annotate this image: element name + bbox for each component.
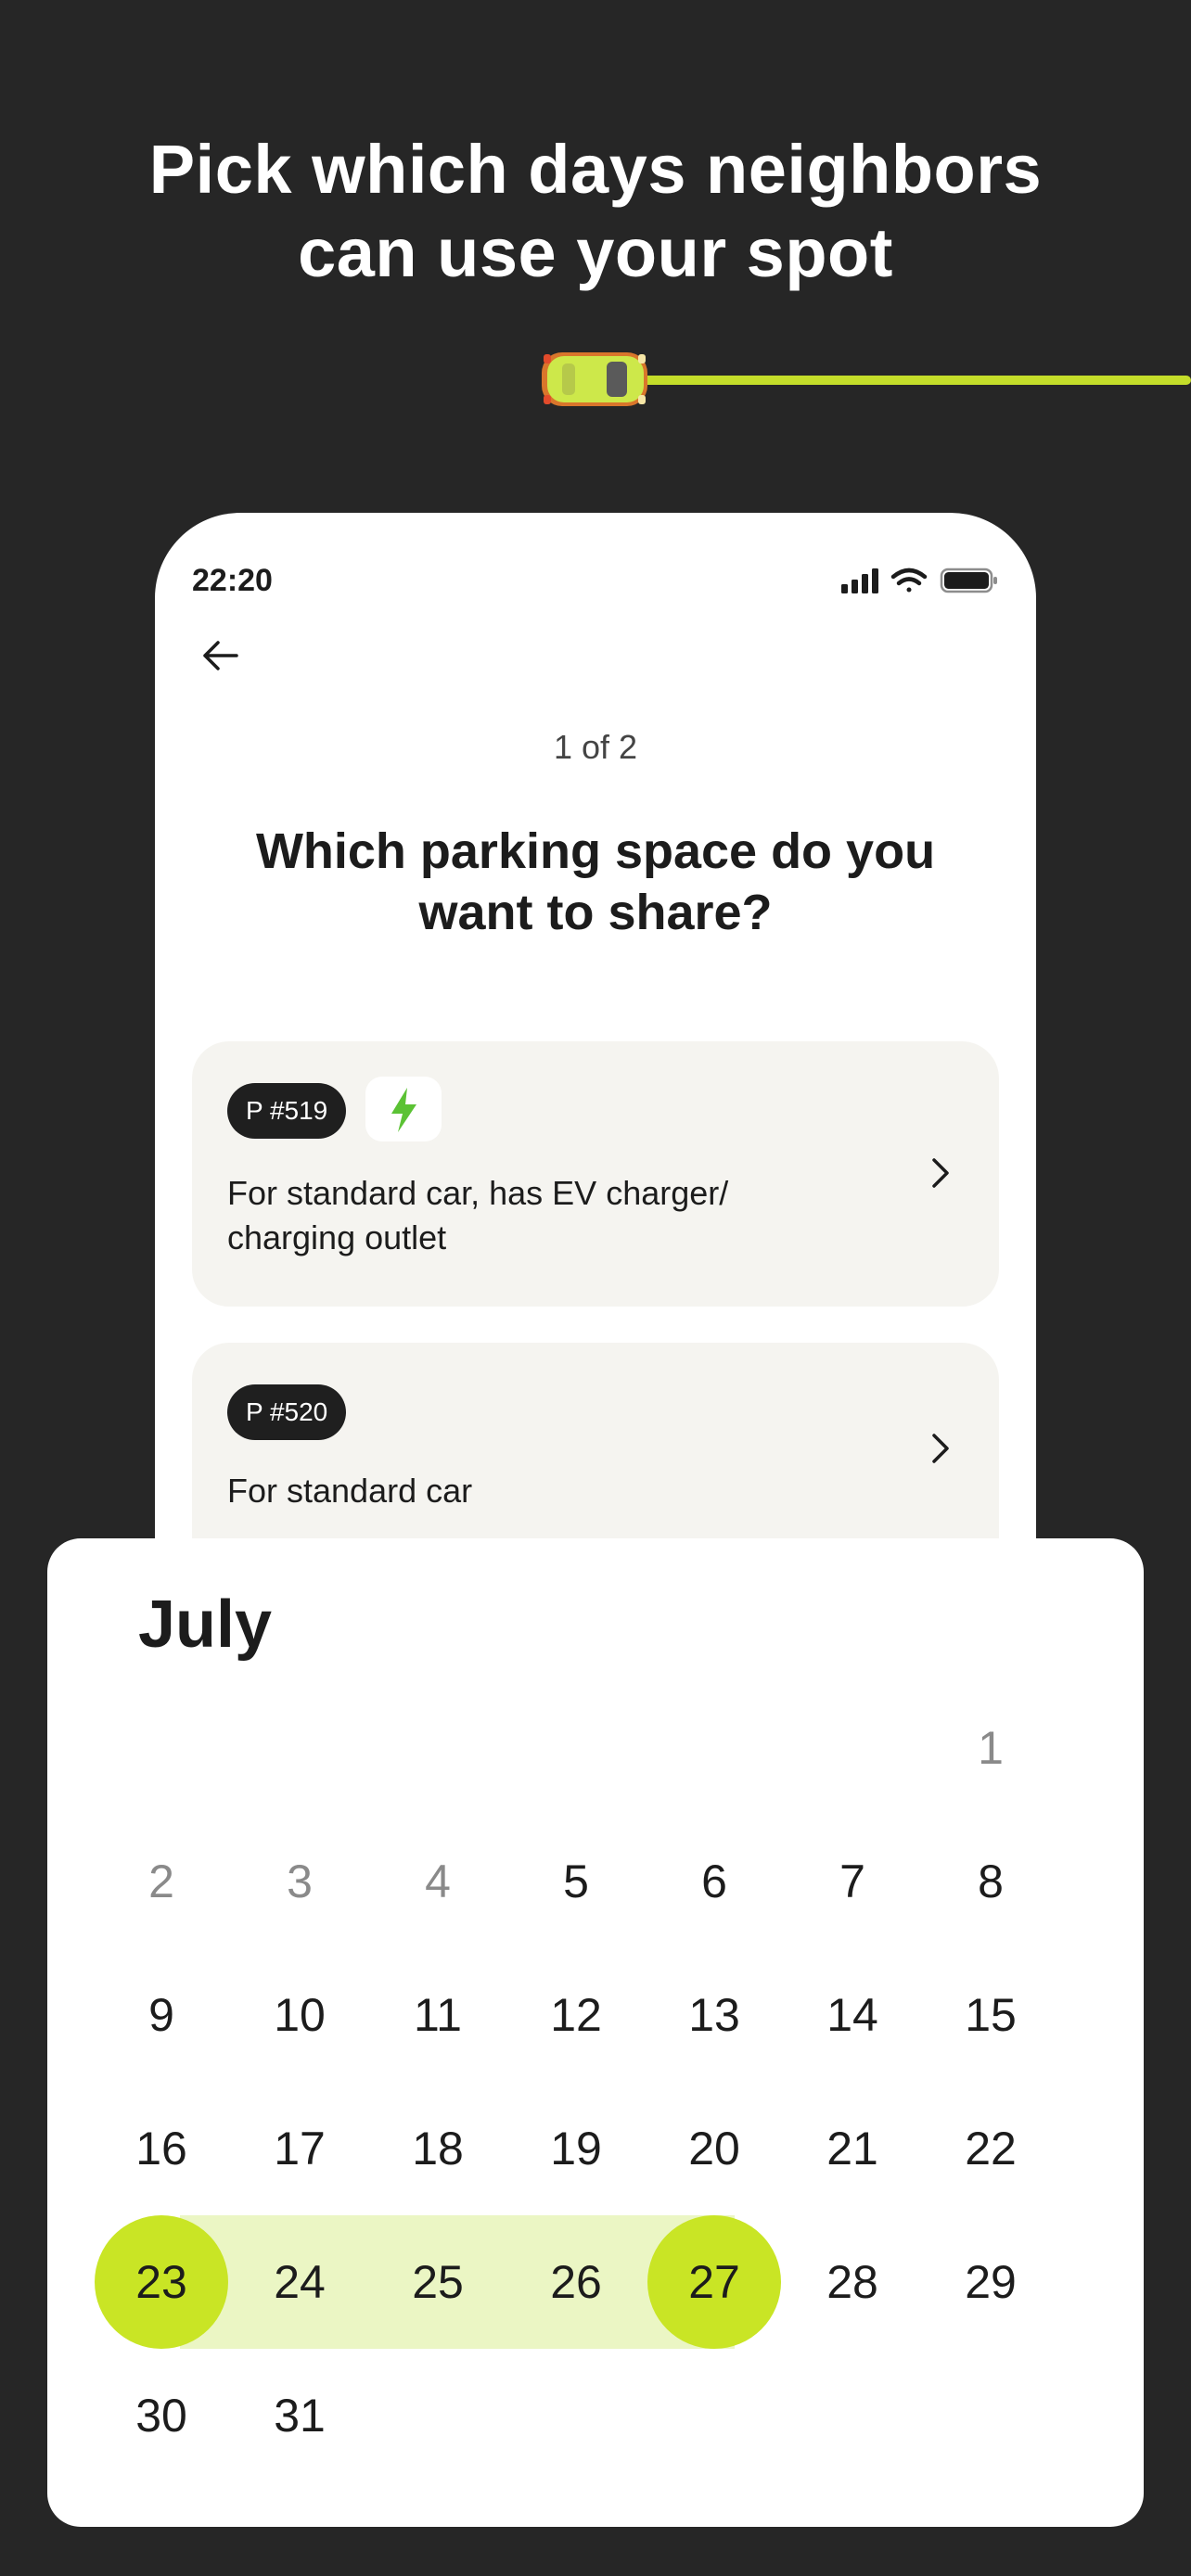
calendar-day[interactable]: 17 — [233, 2082, 366, 2215]
calendar-day[interactable]: 23 — [95, 2215, 228, 2349]
calendar-day[interactable]: 29 — [924, 2215, 1057, 2349]
space-description-line-1: For standard car, has EV charger/ — [227, 1174, 729, 1212]
calendar-day[interactable]: 19 — [509, 2082, 643, 2215]
page-title-line-2: want to share? — [418, 885, 773, 940]
space-description-line-1: For standard car — [227, 1472, 473, 1510]
parking-space-card[interactable]: P #519 For standard car, has EV charger/… — [192, 1041, 999, 1307]
calendar-day[interactable]: 24 — [233, 2215, 366, 2349]
headline-line-1: Pick which days neighbors — [148, 131, 1043, 208]
status-icons — [841, 567, 997, 593]
calendar-day[interactable]: 10 — [233, 1948, 366, 2082]
calendar-day[interactable]: 11 — [371, 1948, 505, 2082]
lightning-bolt-icon — [391, 1088, 416, 1132]
status-time: 22:20 — [192, 563, 273, 598]
calendar-day[interactable]: 18 — [371, 2082, 505, 2215]
calendar-day[interactable]: 15 — [924, 1948, 1057, 2082]
step-indicator: 1 of 2 — [553, 728, 638, 766]
calendar-day[interactable]: 28 — [786, 2215, 919, 2349]
calendar-day[interactable]: 1 — [924, 1681, 1057, 1815]
calendar-day[interactable]: 31 — [233, 2349, 366, 2482]
space-tag: P #520 — [227, 1384, 347, 1440]
space-description-line-2: charging outlet — [227, 1218, 447, 1256]
space-description: For standard car, has EV charger/ chargi… — [227, 1171, 839, 1260]
signal-icon — [841, 568, 878, 593]
page-title-line-1: Which parking space do you — [255, 823, 936, 879]
calendar-day[interactable]: 27 — [647, 2215, 781, 2349]
calendar-day[interactable]: 7 — [786, 1815, 919, 1948]
chevron-right-icon — [932, 1434, 949, 1463]
headline: Pick which days neighbors can use your s… — [0, 128, 1191, 295]
calendar-day[interactable]: 21 — [786, 2082, 919, 2215]
calendar-day[interactable]: 3 — [233, 1815, 366, 1948]
calendar-day[interactable]: 8 — [924, 1815, 1057, 1948]
page-title: Which parking space do you want to share… — [155, 821, 1036, 943]
back-arrow-icon[interactable] — [198, 633, 242, 678]
headline-line-2: can use your spot — [298, 214, 893, 291]
calendar-day[interactable]: 13 — [647, 1948, 781, 2082]
month-label: July — [138, 1588, 273, 1662]
space-tag: P #519 — [227, 1083, 347, 1139]
calendar-day[interactable]: 14 — [786, 1948, 919, 2082]
calendar-day[interactable]: 26 — [509, 2215, 643, 2349]
car-icon — [542, 352, 647, 406]
ev-badge — [365, 1077, 442, 1141]
chevron-right-icon — [932, 1158, 949, 1188]
space-description: For standard car — [227, 1469, 839, 1513]
calendar-day[interactable]: 2 — [95, 1815, 228, 1948]
calendar-day[interactable]: 5 — [509, 1815, 643, 1948]
calendar-day[interactable]: 22 — [924, 2082, 1057, 2215]
wifi-icon — [890, 567, 928, 593]
progress-track — [631, 376, 1191, 385]
calendar-day[interactable]: 9 — [95, 1948, 228, 2082]
calendar-day[interactable]: 25 — [371, 2215, 505, 2349]
calendar-card: July 1 2 3 4 5 6 7 8 9 10 11 12 13 14 15 16 17 18 19 20 21 22… — [47, 1538, 1144, 2527]
calendar-day[interactable]: 20 — [647, 2082, 781, 2215]
battery-icon — [940, 567, 997, 593]
calendar-day[interactable]: 12 — [509, 1948, 643, 2082]
phone-mockup: 22:20 1 of 2 Which parking space do you … — [155, 513, 1036, 1626]
calendar-day[interactable]: 16 — [95, 2082, 228, 2215]
calendar-day[interactable]: 6 — [647, 1815, 781, 1948]
calendar-day[interactable]: 4 — [371, 1815, 505, 1948]
calendar-day[interactable]: 30 — [95, 2349, 228, 2482]
